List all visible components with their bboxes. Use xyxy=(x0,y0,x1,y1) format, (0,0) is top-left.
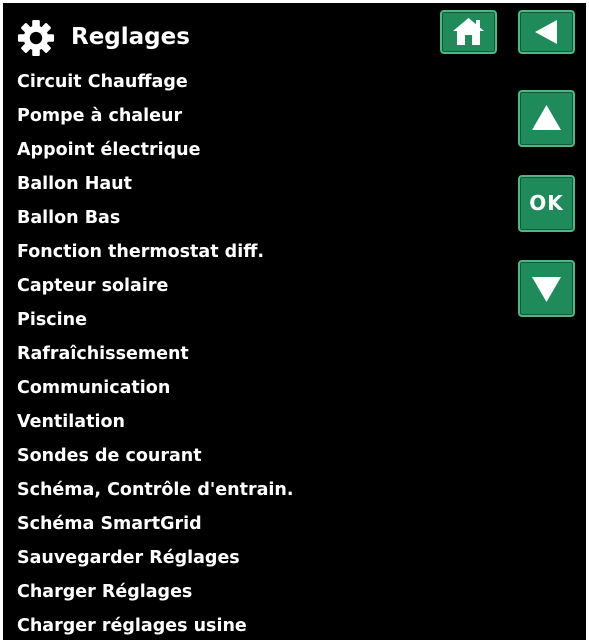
home-button[interactable] xyxy=(440,10,497,54)
ok-button[interactable]: OK xyxy=(518,175,575,232)
menu-item-communication[interactable]: Communication xyxy=(17,371,294,405)
menu-item-sondes-de-courant[interactable]: Sondes de courant xyxy=(17,439,294,473)
menu-item-ventilation[interactable]: Ventilation xyxy=(17,405,294,439)
down-arrow-icon xyxy=(532,277,561,302)
gear-icon xyxy=(17,19,55,57)
menu-item-sauvegarder-reglages[interactable]: Sauvegarder Réglages xyxy=(17,541,294,575)
scroll-down-button[interactable] xyxy=(518,260,575,317)
menu-item-rafraichissement[interactable]: Rafraîchissement xyxy=(17,337,294,371)
menu-item-circuit-chauffage[interactable]: Circuit Chauffage xyxy=(17,65,294,99)
menu-item-piscine[interactable]: Piscine xyxy=(17,303,294,337)
settings-menu: Circuit Chauffage Pompe à chaleur Appoin… xyxy=(17,65,294,640)
menu-item-ballon-haut[interactable]: Ballon Haut xyxy=(17,167,294,201)
back-button[interactable] xyxy=(518,10,575,54)
menu-item-ballon-bas[interactable]: Ballon Bas xyxy=(17,201,294,235)
menu-item-charger-reglages[interactable]: Charger Réglages xyxy=(17,575,294,609)
ok-label: OK xyxy=(529,191,564,215)
home-icon xyxy=(453,18,484,45)
menu-item-capteur-solaire[interactable]: Capteur solaire xyxy=(17,269,294,303)
menu-item-appoint-electrique[interactable]: Appoint électrique xyxy=(17,133,294,167)
back-arrow-icon xyxy=(535,20,557,44)
up-arrow-icon xyxy=(532,105,561,130)
menu-item-fonction-thermostat-diff[interactable]: Fonction thermostat diff. xyxy=(17,235,294,269)
menu-item-charger-reglages-usine[interactable]: Charger réglages usine xyxy=(17,609,294,640)
menu-item-schema-controle-entrain[interactable]: Schéma, Contrôle d'entrain. xyxy=(17,473,294,507)
menu-item-schema-smartgrid[interactable]: Schéma SmartGrid xyxy=(17,507,294,541)
scroll-up-button[interactable] xyxy=(518,90,575,147)
page-title: Reglages xyxy=(71,24,190,50)
header-bar: Reglages xyxy=(3,3,586,69)
menu-item-pompe-a-chaleur[interactable]: Pompe à chaleur xyxy=(17,99,294,133)
settings-screen: Reglages OK Circuit Chauffage Pompe à ch xyxy=(3,3,586,640)
